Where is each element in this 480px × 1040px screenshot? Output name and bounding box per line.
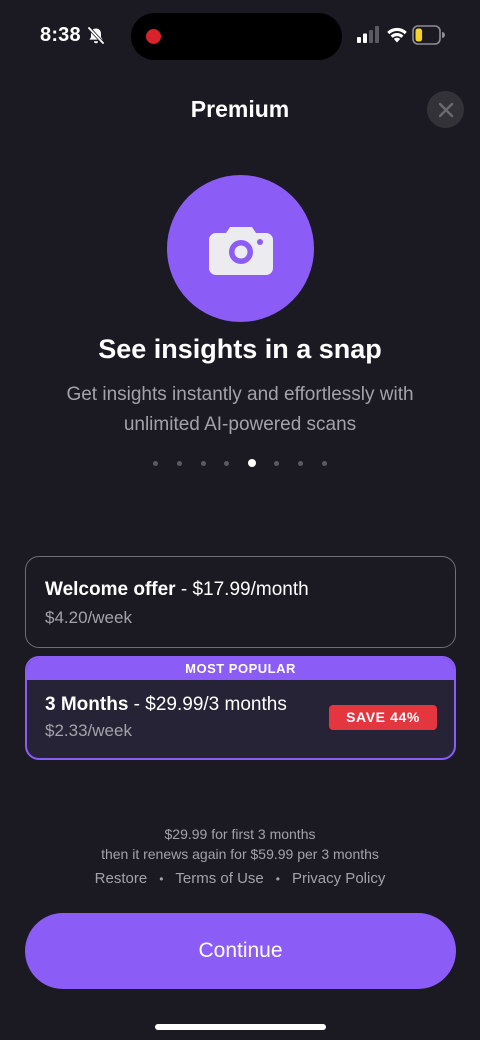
recording-indicator — [146, 29, 161, 44]
wifi-icon — [387, 27, 407, 43]
carousel-dot[interactable] — [321, 460, 327, 466]
link-separator: • — [275, 871, 280, 886]
carousel-dot[interactable] — [200, 460, 206, 466]
bell-muted-icon — [87, 26, 105, 45]
legal-links: Restore • Terms of Use • Privacy Policy — [0, 870, 480, 887]
link-separator: • — [159, 871, 164, 886]
pricing-terms-line-1: $29.99 for first 3 months — [164, 826, 316, 842]
battery-level — [415, 28, 423, 42]
battery-icon — [412, 25, 445, 45]
hero-title: See insights in a snap — [98, 334, 382, 364]
plan-price: $29.99/3 months — [145, 694, 287, 715]
continue-button[interactable]: Continue — [25, 913, 456, 989]
most-popular-banner: MOST POPULAR — [27, 658, 454, 680]
status-time: 8:38 — [40, 24, 81, 46]
restore-link[interactable]: Restore — [95, 870, 148, 887]
save-badge: SAVE 44% — [329, 705, 437, 730]
plan-option-3-months[interactable]: MOST POPULAR 3 Months - $29.99/3 months … — [25, 656, 456, 760]
plan-price: $17.99/month — [192, 579, 309, 600]
carousel-dot[interactable] — [297, 460, 303, 466]
plan-title: 3 Months - $29.99/3 months — [45, 694, 287, 715]
pricing-terms-line-2: then it renews again for $59.99 per 3 mo… — [101, 846, 379, 862]
plan-option-welcome-offer[interactable]: Welcome offer - $17.99/month $4.20/week — [25, 556, 456, 648]
close-button[interactable] — [427, 91, 464, 128]
privacy-policy-link[interactable]: Privacy Policy — [292, 870, 385, 887]
cellular-signal-icon — [357, 26, 379, 43]
terms-of-use-link[interactable]: Terms of Use — [175, 870, 263, 887]
paywall-screen: 8:38 Premium See insights in a snap Get … — [0, 0, 480, 1040]
camera-icon — [208, 226, 273, 275]
hero-illustration — [167, 175, 314, 322]
carousel-page-indicator[interactable] — [0, 459, 480, 467]
carousel-dot[interactable] — [177, 460, 183, 466]
carousel-dot[interactable] — [224, 460, 230, 466]
carousel-dot-active[interactable] — [247, 459, 256, 467]
plan-name: Welcome offer — [45, 579, 176, 600]
plan-weekly-price: $4.20/week — [45, 608, 132, 627]
dynamic-island — [131, 13, 342, 60]
page-title: Premium — [190, 96, 290, 122]
plan-name: 3 Months — [45, 694, 129, 715]
carousel-dot[interactable] — [153, 460, 159, 466]
close-icon — [438, 102, 453, 117]
home-indicator[interactable] — [155, 1024, 326, 1030]
plan-weekly-price: $2.33/week — [45, 721, 132, 740]
hero-subtitle: Get insights instantly and effortlessly … — [66, 384, 414, 435]
plan-title: Welcome offer - $17.99/month — [45, 579, 309, 600]
carousel-dot[interactable] — [274, 460, 280, 466]
